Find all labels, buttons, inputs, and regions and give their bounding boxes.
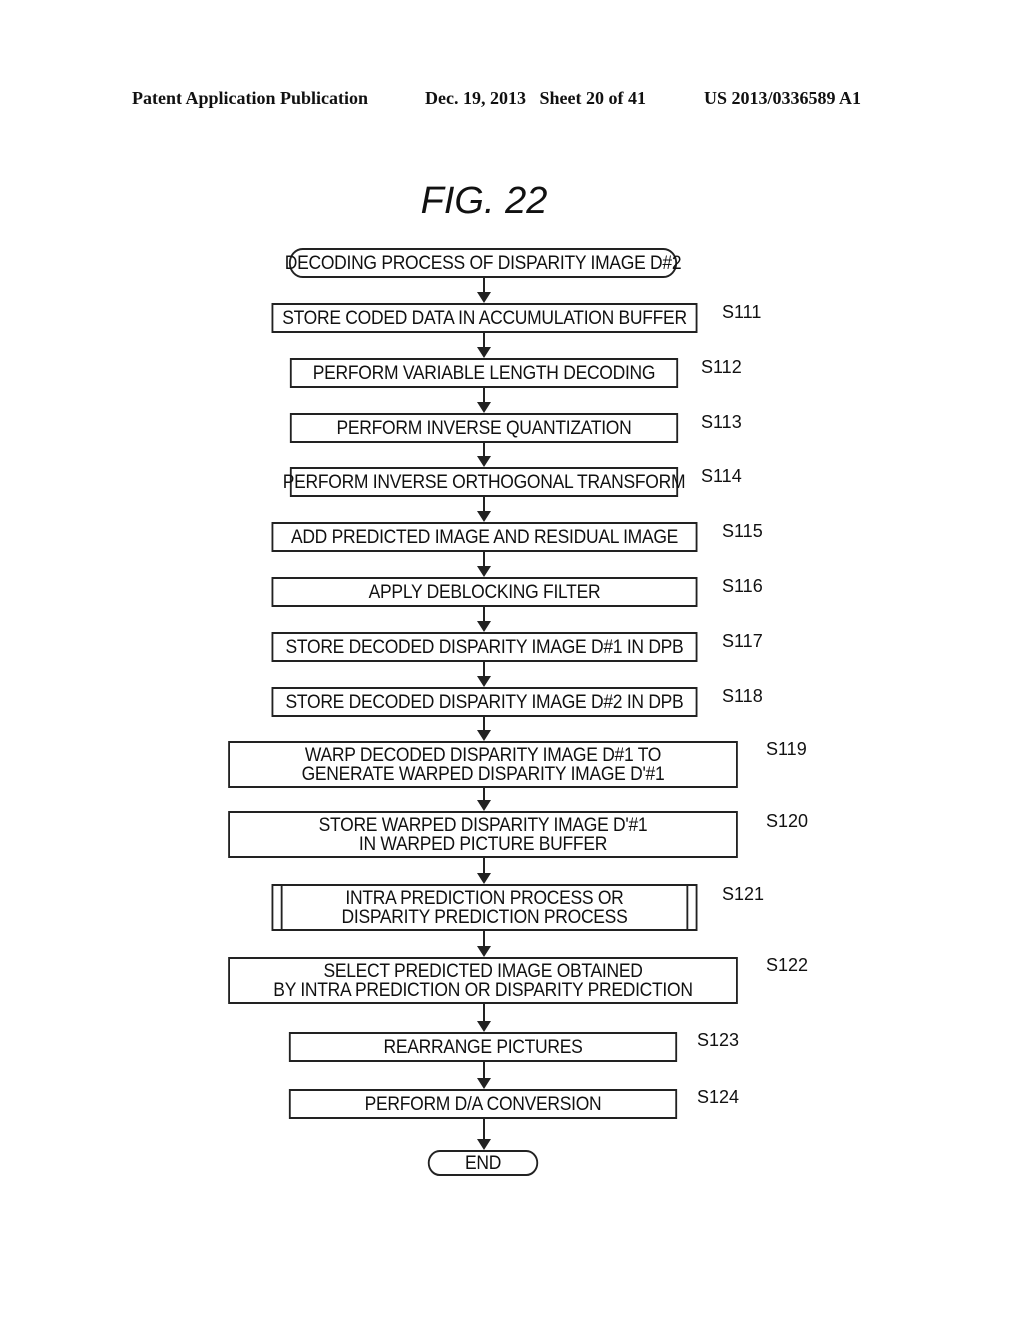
step-label: S120 xyxy=(766,811,809,831)
arrowhead xyxy=(477,1139,491,1150)
process-box-s117: STORE DECODED DISPARITY IMAGE D#1 IN DPB xyxy=(271,632,698,662)
arrowhead xyxy=(477,566,491,577)
process-box-s123: REARRANGE PICTURES xyxy=(288,1032,678,1062)
node-text: STORE WARPED DISPARITY IMAGE D'#1 IN WAR… xyxy=(318,814,648,855)
node-text: STORE CODED DATA IN ACCUMULATION BUFFER xyxy=(282,307,687,329)
process-box-s124: PERFORM D/A CONVERSION xyxy=(288,1089,678,1119)
arrowhead xyxy=(477,292,491,303)
node-text: REARRANGE PICTURES xyxy=(383,1036,583,1058)
arrowhead xyxy=(477,1021,491,1032)
arrowhead xyxy=(477,347,491,358)
arrowhead xyxy=(477,946,491,957)
step-label: S119 xyxy=(766,739,807,759)
arrowhead xyxy=(477,456,491,467)
process-box-s119: WARP DECODED DISPARITY IMAGE D#1 TO GENE… xyxy=(228,741,738,788)
arrowhead xyxy=(477,402,491,413)
process-box-s114: PERFORM INVERSE ORTHOGONAL TRANSFORM xyxy=(283,467,686,497)
process-box-s118: STORE DECODED DISPARITY IMAGE D#2 IN DPB xyxy=(271,687,698,717)
step-label: S121 xyxy=(722,884,765,904)
arrowhead xyxy=(477,676,491,687)
node-text: STORE DECODED DISPARITY IMAGE D#2 IN DPB xyxy=(285,691,684,713)
step-label: S117 xyxy=(722,631,763,651)
step-label: S118 xyxy=(722,686,763,706)
step-label: S123 xyxy=(697,1030,740,1050)
node-text: INTRA PREDICTION PROCESS OR DISPARITY PR… xyxy=(341,887,628,928)
arrowhead xyxy=(477,621,491,632)
node-text: DECODING PROCESS OF DISPARITY IMAGE D#2 xyxy=(284,252,682,274)
step-label: S111 xyxy=(722,302,762,322)
step-label: S112 xyxy=(701,357,742,377)
step-label: S114 xyxy=(701,466,742,486)
node-text: PERFORM VARIABLE LENGTH DECODING xyxy=(312,362,656,384)
arrowhead xyxy=(477,873,491,884)
process-box-s122: SELECT PREDICTED IMAGE OBTAINED BY INTRA… xyxy=(228,957,738,1004)
node-text: PERFORM D/A CONVERSION xyxy=(364,1093,602,1115)
process-box-s112: PERFORM VARIABLE LENGTH DECODING xyxy=(289,358,679,388)
process-box-s116: APPLY DEBLOCKING FILTER xyxy=(271,577,698,607)
arrowhead xyxy=(477,511,491,522)
node-text: ADD PREDICTED IMAGE AND RESIDUAL IMAGE xyxy=(290,526,679,548)
arrowhead xyxy=(477,1078,491,1089)
process-box-s120: STORE WARPED DISPARITY IMAGE D'#1 IN WAR… xyxy=(228,811,738,858)
process-box-s111: STORE CODED DATA IN ACCUMULATION BUFFER xyxy=(271,303,698,333)
step-label: S116 xyxy=(722,576,763,596)
node-text: PERFORM INVERSE QUANTIZATION xyxy=(336,417,632,439)
arrowhead xyxy=(477,800,491,811)
arrowhead xyxy=(477,730,491,741)
step-label: S122 xyxy=(766,955,809,975)
node-text: WARP DECODED DISPARITY IMAGE D#1 TO GENE… xyxy=(301,744,665,785)
node-text: PERFORM INVERSE ORTHOGONAL TRANSFORM xyxy=(282,471,686,493)
node-text: STORE DECODED DISPARITY IMAGE D#1 IN DPB xyxy=(285,636,684,658)
node-text: SELECT PREDICTED IMAGE OBTAINED BY INTRA… xyxy=(273,960,693,1001)
node-text: APPLY DEBLOCKING FILTER xyxy=(368,581,601,603)
node-text: END xyxy=(464,1152,502,1174)
subprocess-box-s121: INTRA PREDICTION PROCESS OR DISPARITY PR… xyxy=(271,884,698,931)
step-label: S115 xyxy=(722,521,763,541)
process-box-s113: PERFORM INVERSE QUANTIZATION xyxy=(289,413,679,443)
step-label: S124 xyxy=(697,1087,740,1107)
end-terminal: END xyxy=(427,1150,539,1176)
process-box-s115: ADD PREDICTED IMAGE AND RESIDUAL IMAGE xyxy=(271,522,698,552)
step-label: S113 xyxy=(701,412,742,432)
start-terminal: DECODING PROCESS OF DISPARITY IMAGE D#2 xyxy=(285,248,682,278)
